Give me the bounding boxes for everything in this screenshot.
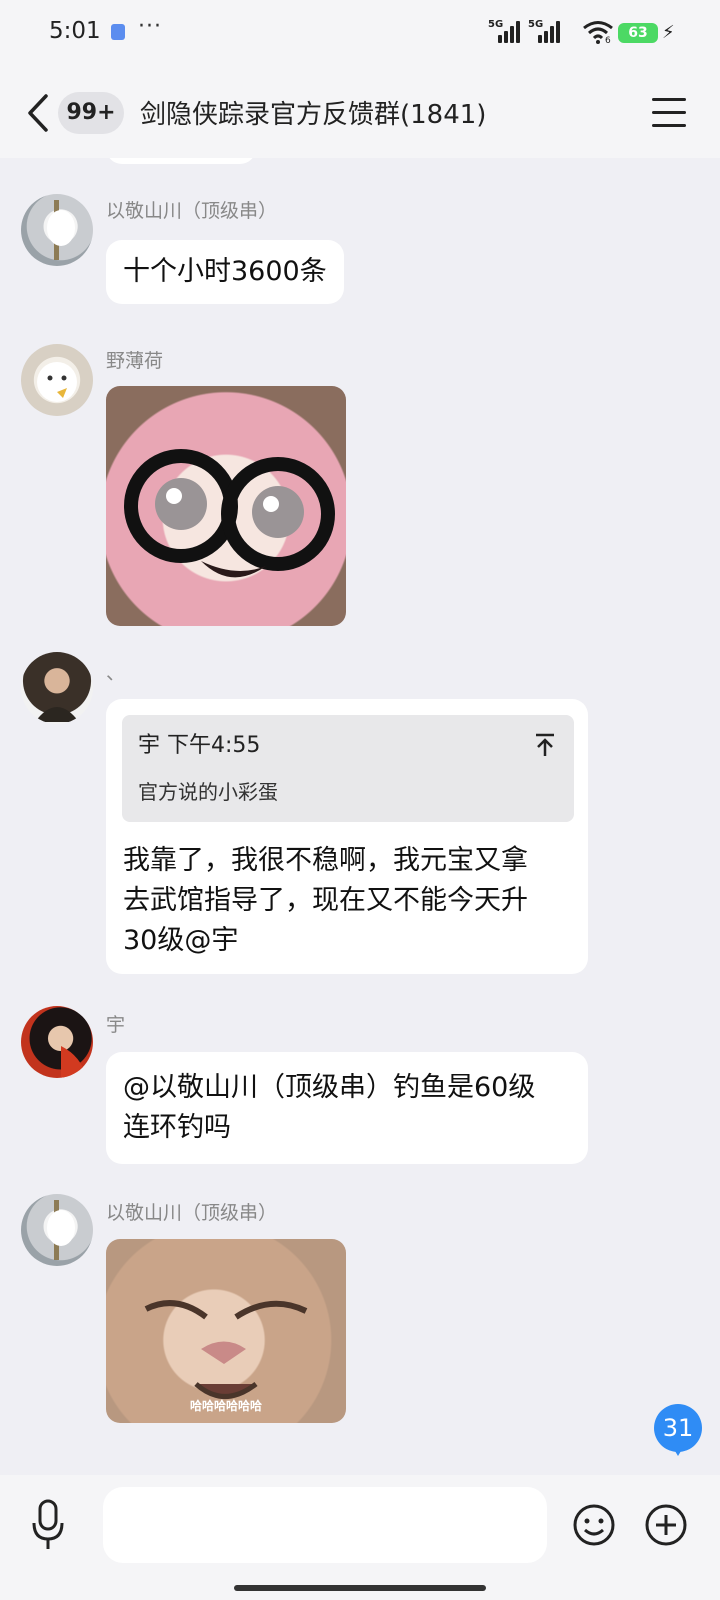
- battery-icon: 63: [618, 23, 658, 43]
- charging-icon: ⚡: [662, 22, 675, 43]
- avatar[interactable]: [21, 344, 93, 416]
- back-arrow-icon[interactable]: [24, 92, 54, 134]
- message-input[interactable]: [103, 1487, 547, 1563]
- message-text-line: 我靠了，我很不稳啊，我元宝又拿: [123, 845, 528, 876]
- sticker-image[interactable]: 哈哈哈哈哈哈: [106, 1239, 346, 1423]
- avatar[interactable]: [21, 652, 93, 724]
- chat-title: 剑隐侠踪录官方反馈群(1841): [140, 100, 487, 130]
- emoji-icon[interactable]: [572, 1503, 616, 1547]
- message-bubble[interactable]: 宇 下午4:55 官方说的小彩蛋 我靠了，我很不稳啊，我元宝又拿 去武馆指导了，…: [106, 699, 588, 974]
- avatar-figure-icon: [47, 1200, 75, 1260]
- message-text-line: 30级@宇: [123, 925, 239, 956]
- quoted-message[interactable]: 宇 下午4:55 官方说的小彩蛋: [122, 715, 574, 822]
- input-bar: [0, 1475, 720, 1600]
- quote-text: 官方说的小彩蛋: [138, 780, 278, 804]
- glasses-plush-sticker-icon: [124, 449, 335, 578]
- new-messages-badge[interactable]: 31: [654, 1404, 702, 1456]
- anime-avatar-icon: [61, 1046, 87, 1078]
- quote-header: 宇 下午4:55: [138, 733, 261, 758]
- avatar[interactable]: [21, 194, 93, 266]
- message-bubble[interactable]: @以敬山川（顶级串）钓鱼是60级 连环钓吗: [106, 1052, 588, 1164]
- home-indicator: [234, 1585, 486, 1591]
- avatar[interactable]: [21, 1194, 93, 1266]
- sender-name: 宇: [106, 1014, 126, 1036]
- message-text-line: @以敬山川（顶级串）钓鱼是60级: [123, 1072, 536, 1103]
- message-list[interactable]: 以敬山川（顶级串） 十个小时3600条 野薄荷 、 宇 下午4:55 官方说的小…: [0, 158, 720, 1475]
- menu-icon[interactable]: [652, 96, 686, 128]
- chat-header: 99+ 剑隐侠踪录官方反馈群(1841): [0, 66, 720, 158]
- sender-name: 以敬山川（顶级串）: [106, 1202, 278, 1224]
- cat-avatar-icon: [37, 362, 77, 402]
- sim-card-icon: [111, 24, 125, 40]
- sticker-image[interactable]: [106, 386, 346, 626]
- laughing-cat-sticker-icon: [144, 1300, 308, 1399]
- status-bar: 5:01 ··· 5G 5G 6 63 ⚡: [0, 0, 720, 66]
- sender-name: 、: [106, 662, 126, 684]
- jump-to-top-icon[interactable]: [534, 733, 556, 757]
- sticker-caption: 哈哈哈哈哈哈: [189, 1399, 262, 1413]
- sender-name: 以敬山川（顶级串）: [106, 200, 278, 222]
- more-notifications-icon: ···: [138, 14, 162, 39]
- cellular-signal-icon-2: 5G: [528, 19, 564, 43]
- message-text-line: 连环钓吗: [123, 1112, 231, 1143]
- avatar-figure-icon: [47, 200, 75, 260]
- cellular-signal-icon: 5G: [488, 19, 524, 43]
- unread-count-badge[interactable]: 99+: [58, 92, 124, 134]
- message-bubble-partial[interactable]: [106, 158, 256, 164]
- warrior-avatar-icon: [35, 707, 79, 722]
- message-text: 十个小时3600条: [123, 256, 327, 287]
- network-type-label: 5G: [488, 19, 504, 30]
- message-text-line: 去武馆指导了，现在又不能今天升: [123, 885, 528, 916]
- sender-name: 野薄荷: [106, 350, 164, 372]
- avatar[interactable]: [21, 1006, 93, 1078]
- status-time: 5:01: [49, 18, 101, 44]
- message-bubble[interactable]: 十个小时3600条: [106, 240, 344, 304]
- network-type-label-2: 5G: [528, 19, 544, 30]
- wifi-sub-label: 6: [605, 36, 611, 46]
- voice-input-icon[interactable]: [30, 1499, 66, 1551]
- add-attachment-icon[interactable]: [644, 1503, 688, 1547]
